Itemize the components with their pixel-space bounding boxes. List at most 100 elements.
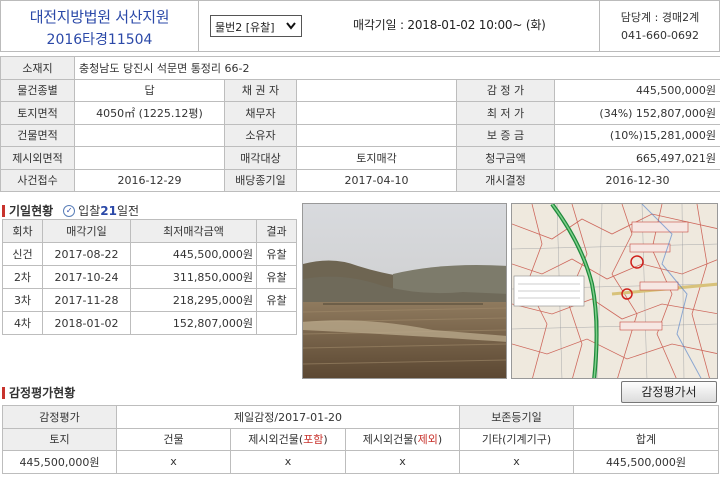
info-label: 감 정 가 [456,78,555,102]
days-left-prefix: 입찰 [78,204,101,218]
info-value: (10%)15,281,000원 [553,123,720,147]
info-value: 4050㎡ (1225.12평) [74,101,225,125]
info-label: 청구금액 [456,146,555,170]
table-row: 제시외면적 매각대상 토지매각 청구금액 665,497,021원 [0,146,720,170]
days-left-number: 21 [100,203,117,218]
column-header: 합계 [573,427,719,451]
table-header-row: 회차 매각기일 최저매각금액 결과 [2,219,297,243]
table-header-row: 토지 건물 제시외건물(포함) 제시외건물(제외) 기타(기계기구) 합계 [2,427,719,451]
bidding-title: 기일현황 [9,204,54,218]
price-cell: 152,807,000원 [130,311,257,335]
price-cell: 445,500,000원 [130,242,257,266]
header-text: ) [437,433,443,447]
registration-date-value [573,405,719,429]
contact-box: 담당계 : 경매2계 041-660-0692 [599,1,720,51]
table-row: 감정평가 제일감정/2017-01-20 보존등기일 [2,405,719,429]
date-cell: 2017-10-24 [42,265,131,289]
info-label: 소유자 [224,123,297,147]
appraisal-report-button[interactable]: 감정평가서 [621,381,717,403]
price-cell: 311,850,000원 [130,265,257,289]
info-value [296,78,457,102]
column-header: 토지 [2,427,117,451]
court-box: 대전지방법원 서산지원 2016타경11504 [1,1,199,51]
section-marker [2,386,5,399]
days-left-suffix: 일전 [116,204,140,218]
header-highlight: 포함 [303,433,324,447]
info-value [296,101,457,125]
table-row: 물건종별 답 채 권 자 감 정 가 445,500,000원 [0,78,720,102]
item-select[interactable]: 물번2 [유찰] [210,15,302,37]
info-label: 보 증 금 [456,123,555,147]
case-number: 2016타경11504 [46,32,153,48]
result-cell: 유찰 [256,265,297,289]
round-cell: 3차 [2,288,43,312]
case-header: 대전지방법원 서산지원 2016타경11504 물번2 [유찰] 매각기일 : … [0,0,720,52]
appraisal-section-title: 감정평가현황 [2,384,75,401]
table-row: 사건접수 2016-12-29 배당종기일 2017-04-10 개시결정 20… [0,168,720,192]
appraisal-value: 제일감정/2017-01-20 [116,405,460,429]
round-cell: 신건 [2,242,43,266]
info-value: 2016-12-30 [553,168,720,192]
land-value: 445,500,000원 [2,450,117,474]
info-label: 채 권 자 [224,78,297,102]
column-header: 최저매각금액 [130,219,257,243]
bidding-table: 회차 매각기일 최저매각금액 결과 신건 2017-08-22 445,500,… [2,219,297,335]
total-value: 445,500,000원 [573,450,719,474]
column-header: 회차 [2,219,43,243]
appraisal-label: 감정평가 [2,405,117,429]
section-marker [2,204,5,217]
price-cell: 218,295,000원 [130,288,257,312]
location-label: 소재지 [0,56,75,80]
column-header: 기타(기계기구) [459,427,574,451]
result-cell: 유찰 [256,288,297,312]
info-value: 2016-12-29 [74,168,225,192]
column-header: 결과 [256,219,297,243]
info-label: 배당종기일 [224,168,297,192]
check-icon: ✓ [63,204,76,217]
result-cell: 유찰 [256,242,297,266]
info-value: 답 [74,78,225,102]
info-label: 토지면적 [0,101,75,125]
header-highlight: 제외 [417,433,438,447]
property-info-table: 소재지 충청남도 당진시 석문면 통정리 66-2 물건종별 답 채 권 자 감… [0,56,720,192]
table-row: 2차 2017-10-24 311,850,000원 유찰 [2,265,297,289]
other-value: x [459,450,574,474]
building-value: x [116,450,231,474]
registration-date-label: 보존등기일 [459,405,574,429]
info-label: 매각대상 [224,146,297,170]
location-map[interactable] [511,203,718,379]
table-row: 건물면적 소유자 보 증 금 (10%)15,281,000원 [0,123,720,147]
info-label: 개시결정 [456,168,555,192]
info-value: 토지매각 [296,146,457,170]
table-row: 4차 2018-01-02 152,807,000원 [2,311,297,335]
column-header: 건물 [116,427,231,451]
date-cell: 2017-08-22 [42,242,131,266]
court-name: 대전지방법원 서산지원 [29,8,170,26]
result-cell [256,311,297,335]
info-label: 최 저 가 [456,101,555,125]
table-row: 소재지 충청남도 당진시 석문면 통정리 66-2 [0,56,720,80]
column-header: 제시외건물(제외) [345,427,460,451]
sale-date: 매각기일 : 2018-01-02 10:00~ (화) [353,18,546,32]
days-left-badge: ✓ 입찰 21 일전 [63,202,139,219]
info-value [74,123,225,147]
header-text: 제시외건물( [362,433,418,447]
date-cell: 2017-11-28 [42,288,131,312]
info-label: 제시외면적 [0,146,75,170]
info-label: 채무자 [224,101,297,125]
bidding-section-title: 기일현황 ✓ 입찰 21 일전 [2,202,139,219]
minimum-price: (34%) 152,807,000원 [553,101,720,125]
appraisal-table: 감정평가 제일감정/2017-01-20 보존등기일 토지 건물 제시외건물(포… [2,405,719,474]
property-photo[interactable] [302,203,507,379]
chevron-down-icon[interactable] [283,17,299,35]
header-text: 제시외건물( [248,433,304,447]
item-select-value: 물번2 [유찰] [215,21,275,34]
location-value: 충청남도 당진시 석문면 통정리 66-2 [73,56,720,80]
info-value: 665,497,021원 [553,146,720,170]
info-label: 건물면적 [0,123,75,147]
contact-team: 담당계 : 경매2계 [620,11,700,24]
round-cell: 2차 [2,265,43,289]
info-value [296,123,457,147]
extra-included-value: x [230,450,346,474]
column-header: 제시외건물(포함) [230,427,346,451]
